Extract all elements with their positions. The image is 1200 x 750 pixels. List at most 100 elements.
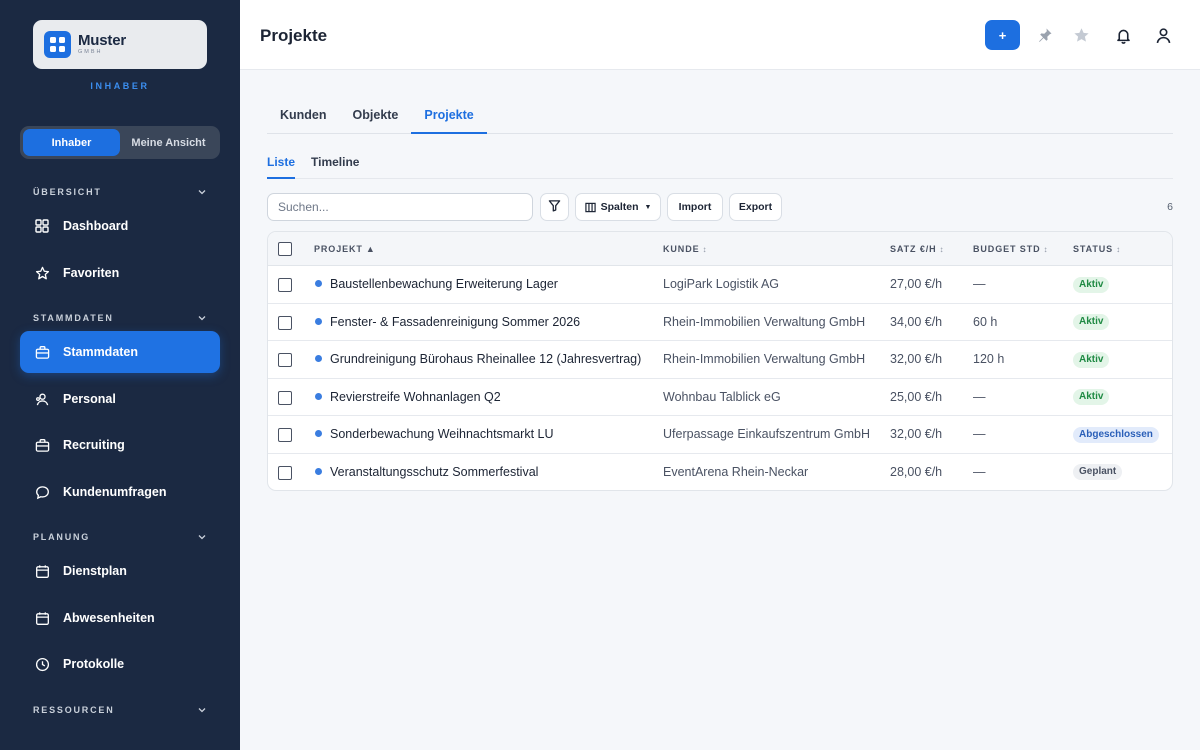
- customer-name: Wohnbau Talblick eG: [663, 389, 781, 404]
- nav-section-ressourcen[interactable]: RESSOURCEN: [33, 705, 207, 715]
- sidebar-item-label: Abwesenheiten: [63, 611, 155, 625]
- clock-icon: [34, 656, 50, 672]
- toggle-option-inhaber[interactable]: Inhaber: [23, 129, 120, 156]
- view-toggle: Inhaber Meine Ansicht: [20, 126, 220, 159]
- table-row[interactable]: Baustellenbewachung Erweiterung Lager Lo…: [268, 266, 1172, 304]
- toggle-option-meine-ansicht[interactable]: Meine Ansicht: [120, 129, 217, 156]
- main-content: Projekte + Kunden Objekte Projekte Liste…: [240, 0, 1200, 750]
- row-checkbox[interactable]: [278, 428, 292, 442]
- chat-icon: [34, 484, 50, 500]
- grid-icon: [34, 218, 50, 234]
- status-dot: [315, 355, 322, 362]
- bell-icon[interactable]: [1114, 26, 1132, 44]
- project-name[interactable]: Baustellenbewachung Erweiterung Lager: [330, 277, 558, 291]
- columns-button[interactable]: Spalten ▼: [575, 193, 661, 221]
- nav-section-planung[interactable]: PLANUNG: [33, 532, 207, 542]
- filter-button[interactable]: [540, 193, 569, 221]
- sort-icon: ↕: [1043, 245, 1048, 254]
- table-row[interactable]: Sonderbewachung Weihnachtsmarkt LU Uferp…: [268, 416, 1172, 454]
- table-row[interactable]: Revierstreife Wohnanlagen Q2 Wohnbau Tal…: [268, 379, 1172, 416]
- chevron-down-icon: [197, 532, 207, 542]
- nav-section-uebersicht[interactable]: ÜBERSICHT: [33, 187, 207, 197]
- project-name[interactable]: Revierstreife Wohnanlagen Q2: [330, 390, 501, 404]
- table-row[interactable]: Veranstaltungsschutz Sommerfestival Even…: [268, 454, 1172, 491]
- customer-name: Uferpassage Einkaufszentrum GmbH: [663, 427, 871, 441]
- row-checkbox[interactable]: [278, 353, 292, 367]
- status-badge: Aktiv: [1073, 276, 1110, 293]
- tab-bar: Kunden Objekte Projekte: [267, 96, 1173, 134]
- export-button[interactable]: Export: [729, 193, 782, 221]
- column-header-satz[interactable]: SATZ €/H ↕: [890, 232, 944, 266]
- select-all-checkbox[interactable]: [278, 242, 292, 256]
- sidebar-item-label: Protokolle: [63, 657, 125, 671]
- sidebar-item-abwesenheiten[interactable]: Abwesenheiten: [20, 597, 220, 639]
- brand-logo[interactable]: Muster GMBH: [33, 20, 207, 69]
- result-count: 6: [1167, 201, 1173, 213]
- column-header-status[interactable]: STATUS ↕: [1073, 232, 1120, 266]
- nav-section-label: ÜBERSICHT: [33, 187, 102, 197]
- sidebar-item-recruiting[interactable]: Recruiting: [20, 424, 220, 466]
- sidebar-item-protokolle[interactable]: Protokolle: [20, 643, 220, 685]
- tab-projekte[interactable]: Projekte: [411, 96, 487, 134]
- table-toolbar: Spalten ▼ Import Export 6: [267, 193, 1173, 221]
- star-icon[interactable]: [1072, 26, 1090, 44]
- sidebar-item-label: Stammdaten: [63, 345, 139, 359]
- project-name[interactable]: Veranstaltungsschutz Sommerfestival: [330, 465, 538, 479]
- status-badge: Geplant: [1073, 464, 1123, 481]
- columns-icon: [584, 202, 596, 213]
- customer-name: LogiPark Logistik AG: [663, 277, 780, 291]
- import-button[interactable]: Import: [667, 193, 723, 221]
- user-icon[interactable]: [1154, 26, 1172, 44]
- project-name[interactable]: Grundreinigung Bürohaus Rheinallee 12 (J…: [330, 352, 641, 366]
- search-input[interactable]: [267, 193, 533, 221]
- status-dot: [315, 467, 322, 475]
- chevron-down-icon: [197, 187, 207, 197]
- budget-value: —: [973, 277, 986, 291]
- tab-objekte[interactable]: Objekte: [340, 96, 412, 134]
- sidebar-item-favoriten[interactable]: Favoriten: [20, 252, 220, 294]
- sidebar-item-dashboard[interactable]: Dashboard: [20, 205, 220, 247]
- sidebar-item-label: Dienstplan: [63, 564, 127, 578]
- rate-value: 32,00 €/h: [890, 427, 943, 441]
- briefcase-icon: [34, 344, 50, 360]
- star-icon: [34, 265, 50, 281]
- page-title: Projekte: [260, 26, 328, 45]
- row-checkbox[interactable]: [278, 278, 292, 292]
- column-header-kunde[interactable]: KUNDE ↕: [663, 232, 707, 266]
- sidebar-item-dienstplan[interactable]: Dienstplan: [20, 550, 220, 592]
- nav-section-label: RESSOURCEN: [33, 705, 115, 715]
- budget-value: —: [973, 427, 986, 441]
- sidebar-item-personal[interactable]: Personal: [20, 378, 220, 420]
- table-row[interactable]: Grundreinigung Bürohaus Rheinallee 12 (J…: [268, 341, 1172, 379]
- sort-icon: ↕: [702, 245, 707, 254]
- pin-icon[interactable]: [1036, 26, 1054, 44]
- sidebar-item-stammdaten[interactable]: Stammdaten: [20, 331, 220, 373]
- role-label: INHABER: [90, 81, 150, 91]
- add-button[interactable]: +: [985, 20, 1020, 50]
- tab-kunden[interactable]: Kunden: [267, 96, 340, 134]
- column-header-projekt[interactable]: PROJEKT ▲: [314, 232, 375, 266]
- row-checkbox[interactable]: [278, 315, 292, 330]
- subtab-liste[interactable]: Liste: [267, 148, 296, 179]
- column-header-budget[interactable]: BUDGET STD ↕: [973, 232, 1048, 266]
- column-label: SATZ €/H: [890, 244, 937, 254]
- chevron-down-icon: [197, 313, 207, 323]
- view-subtabs: Liste Timeline: [267, 148, 1173, 179]
- filter-icon: [548, 199, 561, 215]
- project-name[interactable]: Sonderbewachung Weihnachtsmarkt LU: [330, 427, 554, 441]
- status-badge: Aktiv: [1073, 351, 1110, 368]
- people-icon: [34, 391, 50, 407]
- sidebar-item-kundenumfragen[interactable]: Kundenumfragen: [20, 471, 220, 513]
- status-dot: [315, 280, 322, 287]
- calendar-icon: [34, 563, 50, 579]
- table-row[interactable]: Fenster- & Fassadenreinigung Sommer 2026…: [268, 304, 1172, 341]
- column-label: PROJEKT: [314, 244, 363, 254]
- budget-value: 120 h: [973, 352, 1005, 366]
- nav-section-stammdaten[interactable]: STAMMDATEN: [33, 313, 207, 323]
- project-name[interactable]: Fenster- & Fassadenreinigung Sommer 2026: [330, 315, 580, 329]
- rate-value: 25,00 €/h: [890, 389, 943, 404]
- row-checkbox[interactable]: [278, 390, 292, 405]
- row-checkbox[interactable]: [278, 465, 292, 480]
- subtab-timeline[interactable]: Timeline: [311, 148, 359, 179]
- status-dot: [315, 317, 322, 325]
